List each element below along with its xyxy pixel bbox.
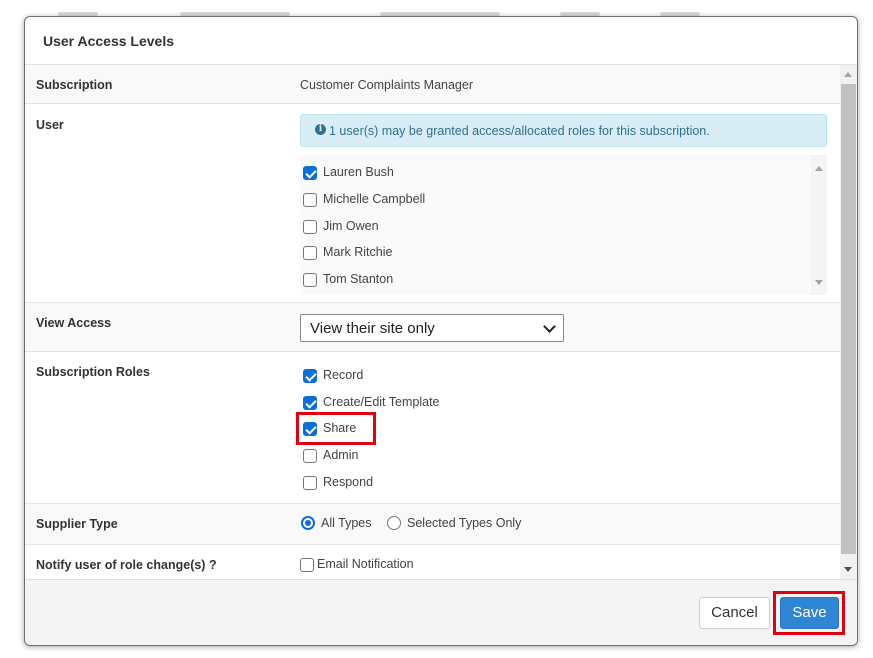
user-checkbox[interactable] [303,193,317,207]
view-access-label: View Access [36,316,112,330]
dialog-scrollbar[interactable] [840,65,857,579]
user-checkbox[interactable] [303,220,317,234]
radio-all-types[interactable] [301,516,315,530]
dialog-header: User Access Levels [25,17,857,65]
chevron-down-icon [543,320,556,333]
view-access-selected: View their site only [310,320,435,337]
scroll-up-icon[interactable] [815,166,823,171]
scroll-down-icon[interactable] [815,280,823,285]
user-name: Jim Owen [323,219,379,233]
info-alert-text: 1 user(s) may be granted access/allocate… [329,124,710,138]
email-notification-checkbox[interactable] [300,558,314,572]
user-row: User i 1 user(s) may be granted access/a… [25,104,840,303]
scroll-up-icon[interactable] [844,72,852,77]
supplier-type-options: All Types Selected Types Only [301,515,601,533]
user-name: Mark Ritchie [323,245,393,259]
subscription-row: Subscription Customer Complaints Manager [25,65,840,104]
view-access-row: View Access View their site only [25,303,840,352]
radio-all-types-label[interactable]: All Types [321,516,372,530]
notify-label: Notify user of role change(s) ? [36,558,217,572]
subscription-roles-row: Subscription Roles Record Create/Edit Te… [25,352,840,504]
role-name: Respond [323,475,374,489]
info-alert: i 1 user(s) may be granted access/alloca… [300,114,827,147]
subscription-roles-label: Subscription Roles [36,365,150,379]
scroll-down-icon[interactable] [844,567,852,572]
radio-selected-types-only-label[interactable]: Selected Types Only [407,516,521,530]
user-name: Tom Stanton [323,272,394,286]
radio-selected-types-only[interactable] [387,516,401,530]
subscription-label: Subscription [36,78,113,92]
user-list[interactable]: Lauren Bush Michelle Campbell Jim Owen M… [300,155,827,295]
email-notification-label: Email Notification [317,557,414,571]
save-highlight-box [773,591,845,635]
user-label: User [36,118,64,132]
supplier-type-row: Supplier Type All Types Selected Types O… [25,504,840,545]
info-circle-icon: i [315,124,326,135]
role-checkbox[interactable] [303,449,317,463]
dialog-footer: Cancel Save [25,579,857,645]
user-checkbox[interactable] [303,166,317,180]
cancel-button[interactable]: Cancel [699,597,770,629]
user-access-levels-dialog: User Access Levels Subscription Customer… [24,16,858,646]
role-name: Record [323,368,364,382]
dialog-title: User Access Levels [43,33,175,49]
user-name: Michelle Campbell [323,192,426,206]
dialog-body: Subscription Customer Complaints Manager… [25,65,840,579]
notify-row: Notify user of role change(s) ? Email No… [25,545,840,579]
role-name: Admin [323,448,359,462]
user-checkbox[interactable] [303,246,317,260]
role-checkbox[interactable] [303,369,317,383]
scrollbar-thumb[interactable] [841,84,856,554]
role-checkbox[interactable] [303,476,317,490]
user-list-scrollbar[interactable] [811,155,827,295]
subscription-value: Customer Complaints Manager [300,78,473,92]
user-name: Lauren Bush [323,165,394,179]
role-name: Create/Edit Template [323,395,440,409]
share-highlight-box [296,412,376,445]
view-access-select[interactable]: View their site only [300,314,564,342]
user-checkbox[interactable] [303,273,317,287]
role-checkbox[interactable] [303,396,317,410]
supplier-type-label: Supplier Type [36,517,118,531]
